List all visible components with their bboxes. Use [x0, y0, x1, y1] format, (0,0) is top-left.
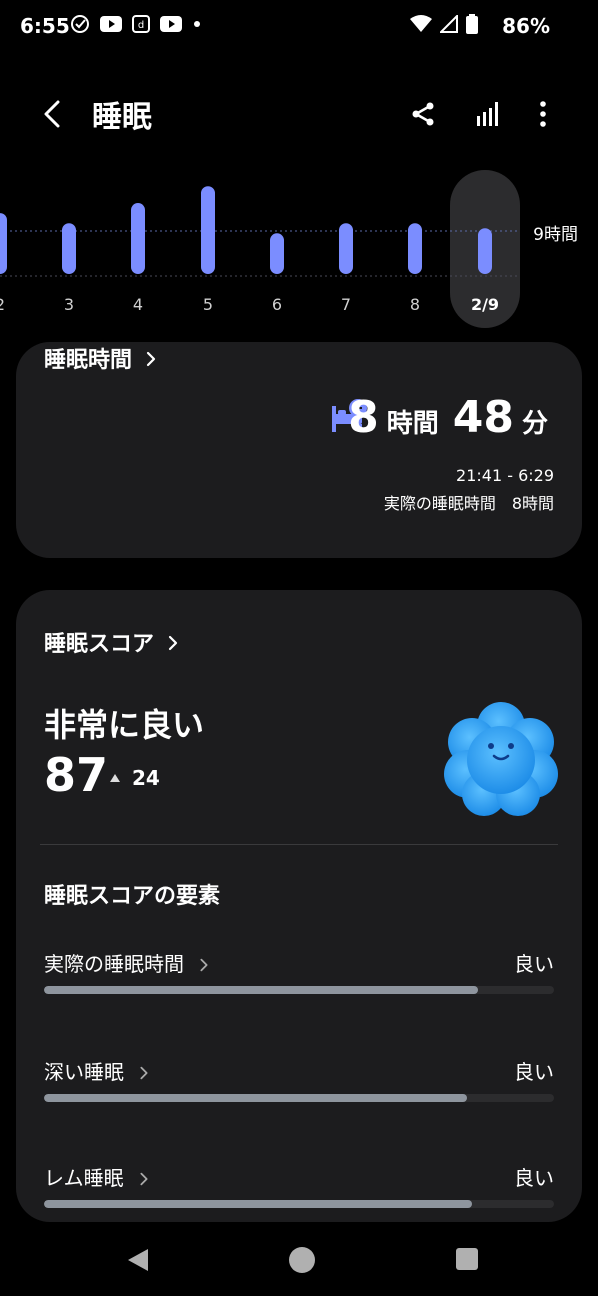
factor-label: レム睡眠: [44, 1162, 154, 1191]
sleep-bar-7[interactable]: [339, 223, 353, 274]
sleep-score-delta: 24: [110, 766, 160, 790]
youtube-icon: [160, 16, 182, 32]
sleep-chart-tick-label: 3: [64, 295, 74, 314]
factor-value: 良い: [514, 952, 554, 976]
sleep-chart-tick-label: 2: [0, 295, 5, 314]
nav-home-icon[interactable]: [288, 1246, 316, 1278]
triangle-up-icon: [110, 774, 120, 782]
reference-hours-label: 9時間: [533, 225, 578, 245]
nav-recents-icon[interactable]: [454, 1246, 480, 1276]
youtube-icon: [100, 16, 122, 32]
status-bar: 6:55 d 86%: [0, 0, 598, 54]
sleep-chart[interactable]: 2 3 4 5 6 7 8 2/9 9時間: [0, 160, 598, 340]
sleep-bar-5[interactable]: [201, 186, 215, 274]
sleep-bar-4[interactable]: [131, 203, 145, 274]
sleep-chart-tick-label: 7: [341, 295, 351, 314]
sleep-chart-tick-label: 4: [133, 295, 143, 314]
sleep-score-value: 87: [44, 748, 109, 802]
system-nav-bar: [0, 1224, 598, 1296]
factor-progress-fill: [44, 1200, 473, 1208]
factor-progress-track: [44, 1094, 554, 1102]
status-time: 6:55: [20, 14, 70, 38]
sleep-chart-tick-label: 2/9: [471, 295, 499, 314]
divider: [40, 844, 558, 845]
factor-value: 良い: [514, 1166, 554, 1190]
sleep-chart-tick-label: 8: [410, 295, 420, 314]
factor-progress-track: [44, 1200, 554, 1208]
app-header: 睡眠: [0, 80, 598, 150]
chevron-right-icon: [136, 1168, 154, 1186]
sleep-score-delta-value: 24: [132, 766, 160, 790]
share-icon[interactable]: [405, 96, 441, 132]
duration-minutes-unit: 分: [521, 409, 548, 439]
factor-progress-track: [44, 986, 554, 994]
chevron-right-icon: [142, 349, 160, 367]
sleep-chart-tick-label: 5: [203, 295, 213, 314]
actual-sleep-time: 実際の睡眠時間 8時間: [383, 494, 554, 513]
dot-icon: [192, 19, 202, 29]
sleep-score-title-text: 睡眠スコア: [44, 632, 155, 657]
score-factor-deep-sleep[interactable]: 深い睡眠 良い: [44, 1056, 554, 1116]
factor-progress-fill: [44, 1094, 468, 1102]
factor-value: 良い: [514, 1060, 554, 1084]
battery-percent: 86%: [502, 14, 550, 38]
more-vert-icon[interactable]: [525, 96, 561, 132]
factor-progress-fill: [44, 986, 478, 994]
sleep-bar-3[interactable]: [62, 223, 76, 274]
sleep-score-title[interactable]: 睡眠スコア: [44, 626, 182, 658]
chevron-right-icon: [164, 633, 182, 651]
score-factor-actual-sleep[interactable]: 実際の睡眠時間 良い: [44, 948, 554, 1008]
sleep-bar-8[interactable]: [408, 223, 422, 274]
cloud-mascot-icon: [442, 700, 560, 818]
svg-text:d: d: [138, 20, 144, 31]
sleep-bar-6[interactable]: [270, 233, 284, 274]
chevron-right-icon: [136, 1062, 154, 1080]
sleep-chart-svg: 2 3 4 5 6 7 8 2/9: [0, 170, 520, 328]
d-app-icon: d: [132, 15, 150, 33]
back-arrow-icon[interactable]: [36, 94, 72, 134]
factor-label-text: 深い睡眠: [44, 1060, 124, 1084]
score-factor-rem-sleep[interactable]: レム睡眠 良い: [44, 1162, 554, 1222]
sleep-chart-tick-label: 6: [272, 295, 282, 314]
signal-icon: [440, 15, 458, 33]
sleep-duration-card[interactable]: 睡眠時間 8 時間 48 分 21:41 - 6:29 実際の睡眠時間 8時間: [16, 342, 582, 558]
factor-label: 深い睡眠: [44, 1056, 154, 1085]
check-circle-icon: [70, 14, 90, 34]
sleep-duration-value: 8 時間 48 分: [348, 392, 554, 443]
sleep-duration-title[interactable]: 睡眠時間: [44, 342, 160, 374]
duration-minutes: 48: [452, 392, 514, 443]
battery-icon: [466, 14, 478, 34]
factor-label-text: レム睡眠: [44, 1166, 124, 1190]
chevron-right-icon: [196, 954, 214, 972]
sleep-bar-2-9[interactable]: [478, 228, 492, 274]
sleep-duration-title-text: 睡眠時間: [44, 348, 133, 373]
nav-back-icon[interactable]: [124, 1246, 152, 1278]
sleep-time-range: 21:41 - 6:29: [456, 466, 554, 485]
score-factors-title: 睡眠スコアの要素: [44, 884, 221, 909]
chart-icon[interactable]: [469, 96, 505, 132]
duration-hours: 8: [348, 392, 379, 443]
sleep-score-card[interactable]: 睡眠スコア 非常に良い 87 24 睡眠スコアの要素 実際の睡眠時間 良い 深い…: [16, 590, 582, 1222]
page-title: 睡眠: [92, 100, 152, 135]
status-notification-icons: d: [70, 14, 202, 34]
sleep-score-rating: 非常に良い: [44, 706, 205, 744]
sleep-bar-2[interactable]: [0, 213, 7, 274]
factor-label-text: 実際の睡眠時間: [44, 952, 184, 976]
duration-hours-unit: 時間: [386, 409, 439, 439]
wifi-icon: [410, 15, 432, 33]
factor-label: 実際の睡眠時間: [44, 948, 214, 977]
status-system-icons: [410, 14, 478, 34]
